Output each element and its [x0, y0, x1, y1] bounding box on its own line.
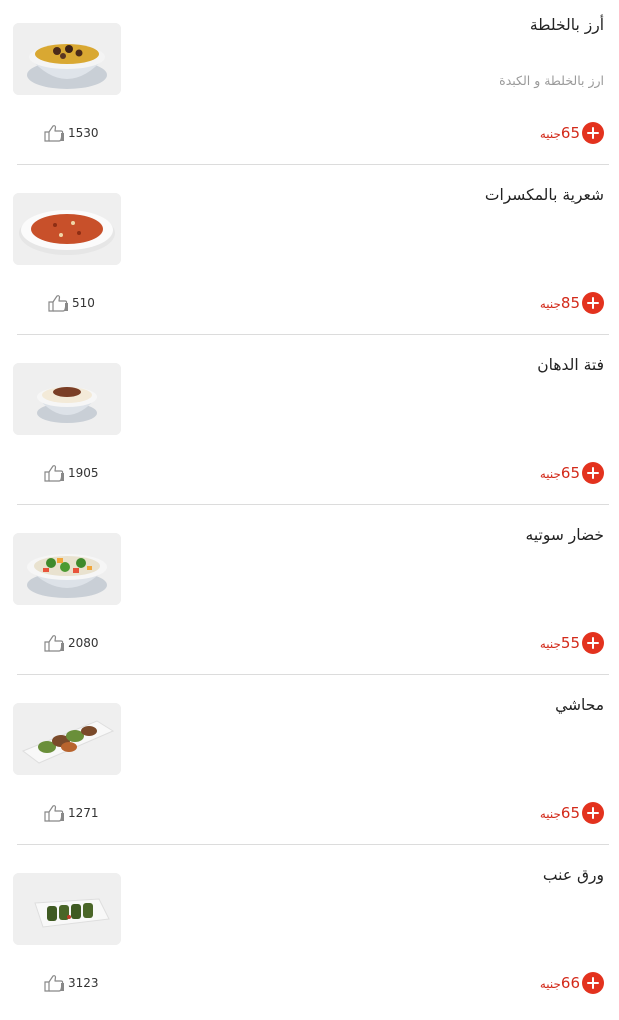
plus-circle-icon[interactable] [582, 122, 604, 144]
like-count: 1905 [68, 466, 99, 480]
divider [17, 674, 609, 675]
item-name: محاشي [555, 696, 604, 714]
item-price: 55جنيه [540, 632, 580, 655]
thumbs-up-icon[interactable] [43, 464, 65, 482]
menu-item[interactable]: محاشي 65جنيه 1271 [0, 680, 619, 850]
price-currency: جنيه [539, 466, 561, 481]
menu-item[interactable]: شعرية بالمكسرات 85جنيه 510 [0, 170, 619, 340]
item-price: 66جنيه [540, 972, 580, 995]
thumbs-up-icon[interactable] [43, 804, 65, 822]
plus-circle-icon[interactable] [582, 632, 604, 654]
menu-item[interactable]: أرز بالخلطة ارز بالخلطة و الكبدة 65جنيه … [0, 0, 619, 170]
plus-circle-icon[interactable] [582, 802, 604, 824]
item-price: 85جنيه [540, 292, 580, 315]
item-price: 65جنيه [540, 462, 580, 485]
price-value: 65 [560, 463, 580, 482]
divider [17, 844, 609, 845]
item-name: خضار سوتيه [525, 526, 604, 544]
item-name: فتة الدهان [537, 356, 604, 374]
price-currency: جنيه [539, 126, 561, 141]
add-to-cart-button[interactable]: 65جنيه [540, 122, 604, 144]
vegetables-bowl-icon[interactable] [13, 533, 121, 605]
item-price: 65جنيه [540, 122, 580, 145]
add-to-cart-button[interactable]: 66جنيه [540, 972, 604, 994]
thumbs-up-icon[interactable] [43, 634, 65, 652]
divider [17, 164, 609, 165]
plus-circle-icon[interactable] [582, 292, 604, 314]
menu-item[interactable]: فتة الدهان 65جنيه 1905 [0, 340, 619, 510]
like-count: 2080 [68, 636, 99, 650]
price-value: 65 [560, 123, 580, 142]
add-to-cart-button[interactable]: 85جنيه [540, 292, 604, 314]
divider [17, 504, 609, 505]
price-currency: جنيه [539, 976, 561, 991]
price-value: 85 [560, 293, 580, 312]
like-count: 1530 [68, 126, 99, 140]
like-count: 3123 [68, 976, 99, 990]
like-count: 1271 [68, 806, 99, 820]
add-to-cart-button[interactable]: 55جنيه [540, 632, 604, 654]
like-button[interactable]: 2080 [43, 634, 99, 652]
like-button[interactable]: 1530 [43, 124, 99, 142]
stuffed-veg-platter-icon[interactable] [13, 703, 121, 775]
menu-list: أرز بالخلطة ارز بالخلطة و الكبدة 65جنيه … [0, 0, 619, 999]
price-value: 66 [560, 973, 580, 992]
like-count: 510 [72, 296, 95, 310]
item-description: ارز بالخلطة و الكبدة [499, 73, 604, 88]
thumbs-up-icon[interactable] [43, 124, 65, 142]
thumbs-up-icon[interactable] [43, 974, 65, 992]
menu-item[interactable]: خضار سوتيه 55جنيه 2080 [0, 510, 619, 680]
add-to-cart-button[interactable]: 65جنيه [540, 802, 604, 824]
menu-item[interactable]: ورق عنب 66جنيه 3123 [0, 850, 619, 1020]
vermicelli-plate-icon[interactable] [13, 193, 121, 265]
like-button[interactable]: 510 [47, 294, 95, 312]
add-to-cart-button[interactable]: 65جنيه [540, 462, 604, 484]
price-currency: جنيه [539, 296, 561, 311]
price-currency: جنيه [539, 806, 561, 821]
like-button[interactable]: 1905 [43, 464, 99, 482]
item-name: شعرية بالمكسرات [484, 186, 604, 204]
item-price: 65جنيه [540, 802, 580, 825]
item-name: ورق عنب [542, 866, 604, 884]
price-value: 65 [560, 803, 580, 822]
grape-leaves-tray-icon[interactable] [13, 873, 121, 945]
thumbs-up-icon[interactable] [47, 294, 69, 312]
price-value: 55 [560, 633, 580, 652]
rice-bowl-icon[interactable] [13, 23, 121, 95]
price-currency: جنيه [539, 636, 561, 651]
like-button[interactable]: 3123 [43, 974, 99, 992]
plus-circle-icon[interactable] [582, 462, 604, 484]
plus-circle-icon[interactable] [582, 972, 604, 994]
item-name: أرز بالخلطة [529, 16, 604, 34]
fattah-bowl-icon[interactable] [13, 363, 121, 435]
like-button[interactable]: 1271 [43, 804, 99, 822]
divider [17, 334, 609, 335]
